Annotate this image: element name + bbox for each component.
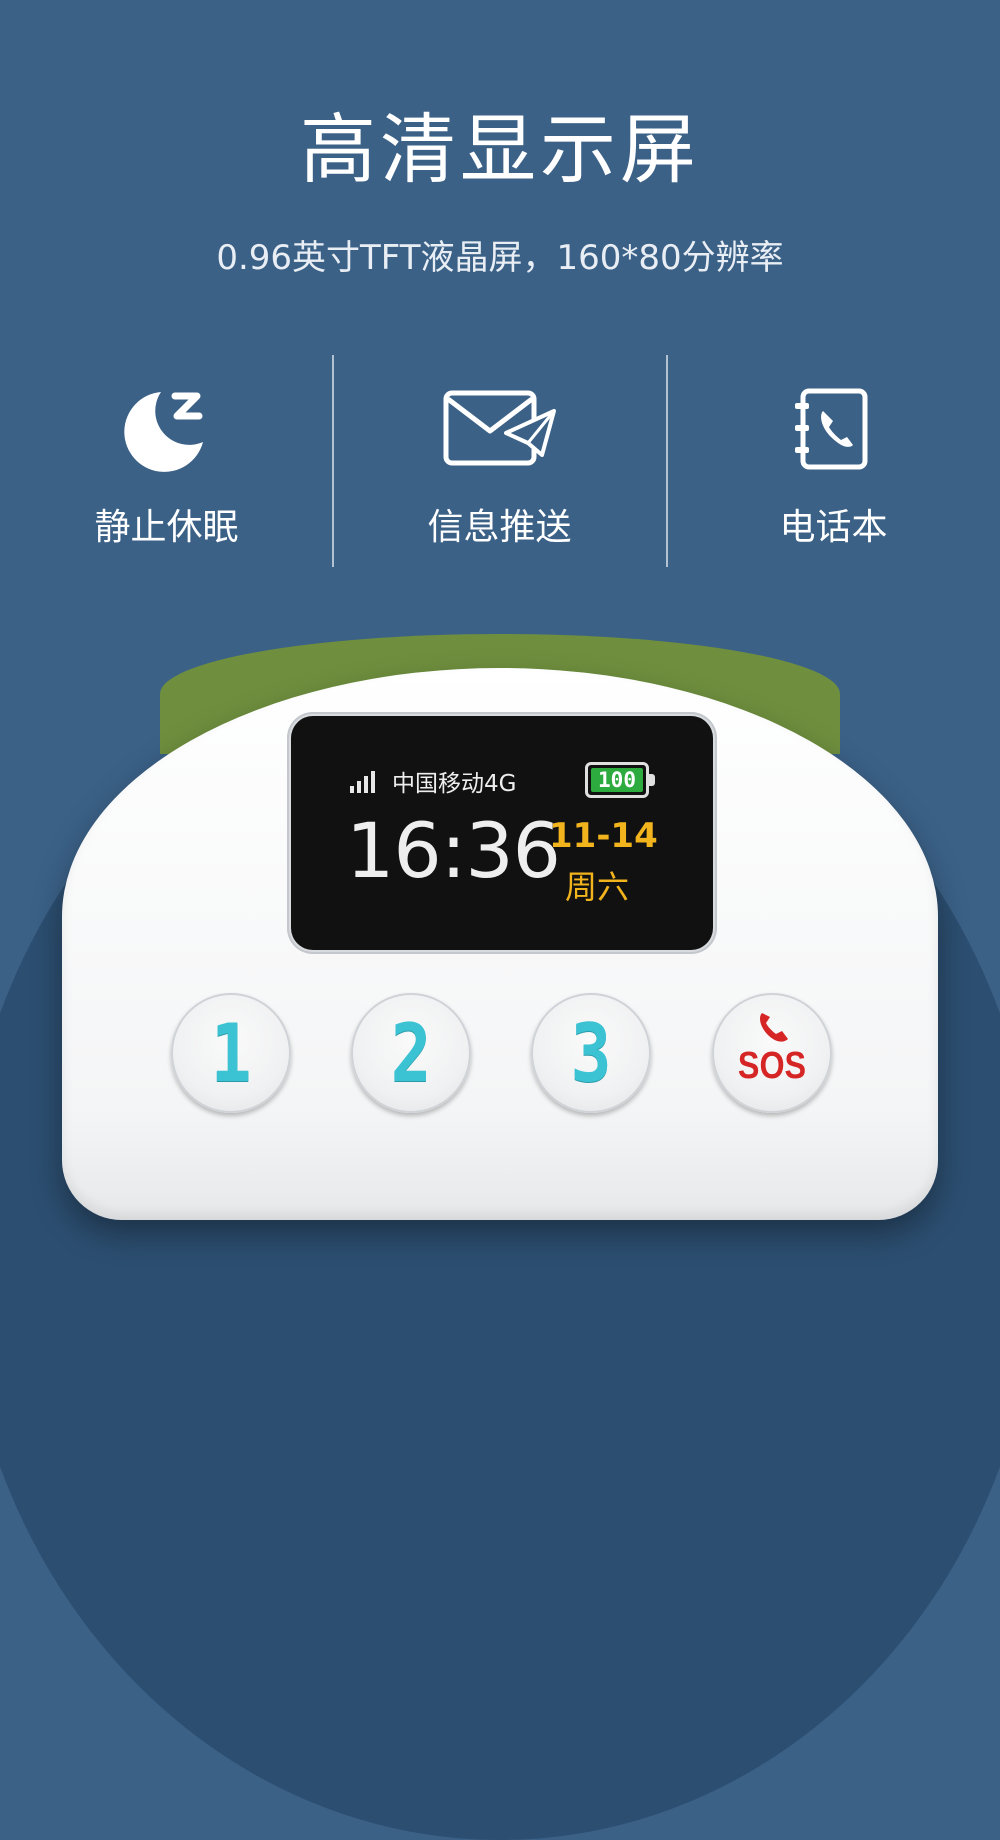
- battery-level: 100: [591, 768, 643, 792]
- clock-date: 11-14: [549, 816, 658, 856]
- feature-label: 电话本: [779, 507, 888, 548]
- key-label: 2: [390, 1006, 432, 1100]
- phone-handset-icon: [760, 1013, 788, 1042]
- envelope-send-icon: [443, 390, 556, 466]
- page-title: 高清显示屏: [300, 105, 700, 194]
- feature-phonebook: 电话本: [667, 380, 1000, 570]
- feature-message-push: 信息推送: [333, 380, 666, 570]
- feature-sleep: 静止休眠: [0, 380, 333, 570]
- feature-label: 静止休眠: [94, 507, 239, 548]
- moon-sleep-icon: [123, 392, 203, 472]
- key-label: 1: [210, 1006, 252, 1100]
- speed-dial-button-1[interactable]: 1: [171, 993, 291, 1113]
- page-subtitle: 0.96英寸TFT液晶屏，160*80分辨率: [216, 238, 784, 278]
- speed-dial-button-3[interactable]: 3: [531, 993, 651, 1113]
- battery-indicator: 100: [585, 762, 655, 798]
- sos-button[interactable]: SOS: [712, 993, 832, 1113]
- sos-label: SOS: [737, 1045, 807, 1087]
- clock-time: 16:36: [346, 806, 561, 895]
- signal-strength-icon: [350, 767, 375, 793]
- carrier-label: 中国移动4G: [392, 771, 517, 797]
- key-label: 3: [570, 1006, 612, 1100]
- clock-weekday: 周六: [565, 868, 630, 906]
- phonebook-icon: [794, 388, 867, 470]
- feature-label: 信息推送: [427, 507, 572, 548]
- speed-dial-button-2[interactable]: 2: [351, 993, 471, 1113]
